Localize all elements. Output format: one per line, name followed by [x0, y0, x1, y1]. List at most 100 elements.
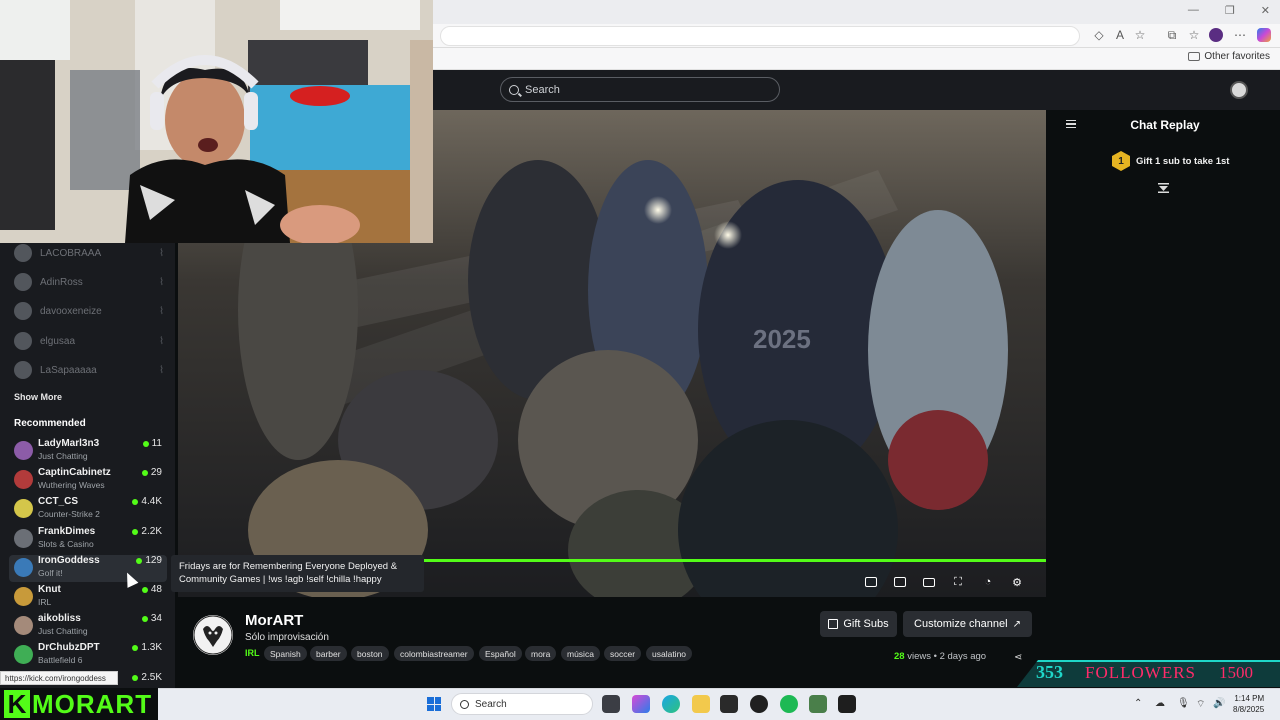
gift-subs-label: Gift Subs [843, 618, 889, 630]
avatar [14, 302, 32, 320]
avatar [14, 499, 33, 518]
avatar [14, 616, 33, 635]
search-input[interactable]: Search [500, 77, 780, 102]
profile-icon[interactable] [1208, 27, 1224, 43]
tag-chip[interactable]: música [561, 646, 600, 661]
gift-subs-button[interactable]: Gift Subs [820, 611, 897, 637]
offline-icon: ⌇ [159, 335, 164, 347]
file-explorer-icon[interactable] [692, 695, 710, 713]
webcam-frame [0, 0, 433, 243]
windows-start-icon[interactable] [427, 697, 441, 711]
tag-chip[interactable]: barber [310, 646, 347, 661]
kick-logo: K [4, 690, 30, 718]
playback-speed-icon[interactable]: ◔ [981, 575, 995, 589]
copilot-app-icon[interactable] [632, 695, 650, 713]
tray-overflow-icon[interactable]: ⌃ [1134, 698, 1142, 709]
live-dot-icon [141, 469, 148, 476]
collections-icon[interactable]: ☆ [1186, 27, 1202, 43]
customize-channel-label: Customize channel [914, 618, 1008, 630]
gift-leaderboard-text[interactable]: Gift 1 sub to take 1st [1136, 156, 1229, 167]
read-aloud-icon[interactable]: A [1112, 27, 1128, 43]
favorite-star-icon[interactable]: ☆ [1132, 27, 1148, 43]
wifi-icon[interactable]: ⌔ [1196, 698, 1205, 711]
close-icon[interactable]: ✕ [1261, 4, 1270, 17]
tag-icon[interactable]: ◇ [1091, 27, 1107, 43]
theater-mode-icon[interactable] [922, 575, 936, 589]
user-avatar[interactable] [1230, 81, 1248, 99]
tag-chip[interactable]: mora [525, 646, 557, 661]
sidebar-following-item[interactable]: elgusaa ⌇ [14, 331, 164, 351]
sidebar-recommended-item[interactable]: aikobliss Just Chatting 34 [14, 613, 164, 639]
tag-chip[interactable]: colombiastreamer [394, 646, 474, 661]
minimize-icon[interactable]: — [1188, 4, 1199, 17]
other-favorites[interactable]: Other favorites [1188, 51, 1270, 62]
sidebar-following-item[interactable]: LACOBRAAA ⌇ [14, 243, 164, 263]
sidebar-recommended-item[interactable]: FrankDimes Slots & Casino 2.2K [14, 526, 164, 552]
customize-channel-button[interactable]: Customize channel ↗ [903, 611, 1032, 637]
clip-icon[interactable] [893, 575, 907, 589]
stream-title-tooltip: Fridays are for Remembering Everyone Dep… [171, 555, 424, 592]
task-view-icon[interactable] [602, 695, 620, 713]
tag-chip[interactable]: usalatino [646, 646, 693, 661]
channel-avatar[interactable] [193, 615, 233, 655]
other-favorites-label: Other favorites [1204, 51, 1270, 62]
miniplayer-icon[interactable] [864, 575, 878, 589]
sidebar-recommended-item[interactable]: DrChubzDPT Battlefield 6 1.3K [14, 642, 164, 668]
spotify-app-icon[interactable] [780, 695, 798, 713]
edge-browser-icon[interactable] [662, 695, 680, 713]
show-more-link[interactable]: Show More [14, 392, 62, 402]
avatar [14, 273, 32, 291]
volume-icon[interactable]: 🔊 [1213, 698, 1225, 709]
cloud-icon[interactable]: ☁ [1155, 698, 1165, 709]
viewer-count: 48 [141, 584, 162, 595]
video-progress-bar[interactable] [424, 559, 1046, 562]
store-app-icon[interactable] [720, 695, 738, 713]
sidebar-recommended-item[interactable]: IronGoddess Golf it! 129 [14, 555, 164, 581]
clock-date: 8/8/2025 [1233, 705, 1265, 714]
share-icon[interactable]: ⋖ [1014, 652, 1024, 663]
tag-chip[interactable]: boston [351, 646, 389, 661]
webcam-overlay [0, 0, 433, 243]
system-clock[interactable]: 1:14 PM 8/8/2025 [1233, 693, 1264, 715]
tag-chip[interactable]: Spanish [264, 646, 307, 661]
sidebar-recommended-item[interactable]: CCT_CS Counter-Strike 2 4.4K [14, 496, 164, 522]
offline-icon: ⌇ [159, 364, 164, 376]
live-dot-icon [141, 615, 148, 622]
sidebar-recommended-item[interactable]: CaptinCabinetz Wuthering Waves 29 [14, 467, 164, 493]
expand-leaderboard-icon[interactable] [1158, 183, 1169, 193]
fullscreen-icon[interactable]: ⛶ [951, 575, 965, 589]
maximize-icon[interactable]: ❐ [1225, 4, 1235, 17]
chat-title: Chat Replay [1130, 118, 1200, 132]
followers-goal: 1500 [1219, 663, 1253, 682]
favorites-bar [433, 48, 1280, 70]
channel-category: Counter-Strike 2 [38, 509, 100, 519]
channel-name[interactable]: MorART [245, 612, 303, 629]
epic-games-icon[interactable] [838, 695, 856, 713]
stream-category[interactable]: IRL [245, 648, 260, 658]
taskbar-search[interactable]: Search [451, 693, 593, 715]
sidebar-following-item[interactable]: LaSapaaaaa ⌇ [14, 360, 164, 380]
url-field[interactable] [440, 26, 1080, 46]
app-icon[interactable] [809, 695, 827, 713]
channel-name: FrankDimes [38, 526, 96, 537]
settings-gear-icon[interactable]: ⚙ [1010, 575, 1024, 589]
copilot-icon[interactable] [1256, 27, 1272, 43]
sidebar-recommended-item[interactable]: LadyMarl3n3 Just Chatting 11 [14, 438, 164, 464]
split-screen-icon[interactable]: ⧉ [1164, 27, 1180, 43]
tag-chip[interactable]: Español [479, 646, 522, 661]
sidebar-following-item[interactable]: AdinRoss ⌇ [14, 272, 164, 292]
external-link-icon: ↗ [1012, 618, 1021, 630]
sidebar-following-item[interactable]: davooxeneize ⌇ [14, 301, 164, 321]
following-name: AdinRoss [40, 276, 83, 288]
svg-text:2025: 2025 [753, 324, 811, 354]
more-menu-icon[interactable]: ⋯ [1232, 27, 1248, 43]
tag-chip[interactable]: soccer [604, 646, 642, 661]
microphone-icon[interactable]: 🎙 [1177, 698, 1190, 709]
obs-app-icon[interactable] [750, 695, 768, 713]
sidebar-recommended-item[interactable]: Knut IRL 48 [14, 584, 164, 610]
offline-icon: ⌇ [159, 247, 164, 259]
live-dot-icon [142, 440, 149, 447]
channel-name: CaptinCabinetz [38, 467, 111, 478]
avatar [14, 470, 33, 489]
clock-time: 1:14 PM [1234, 694, 1265, 703]
